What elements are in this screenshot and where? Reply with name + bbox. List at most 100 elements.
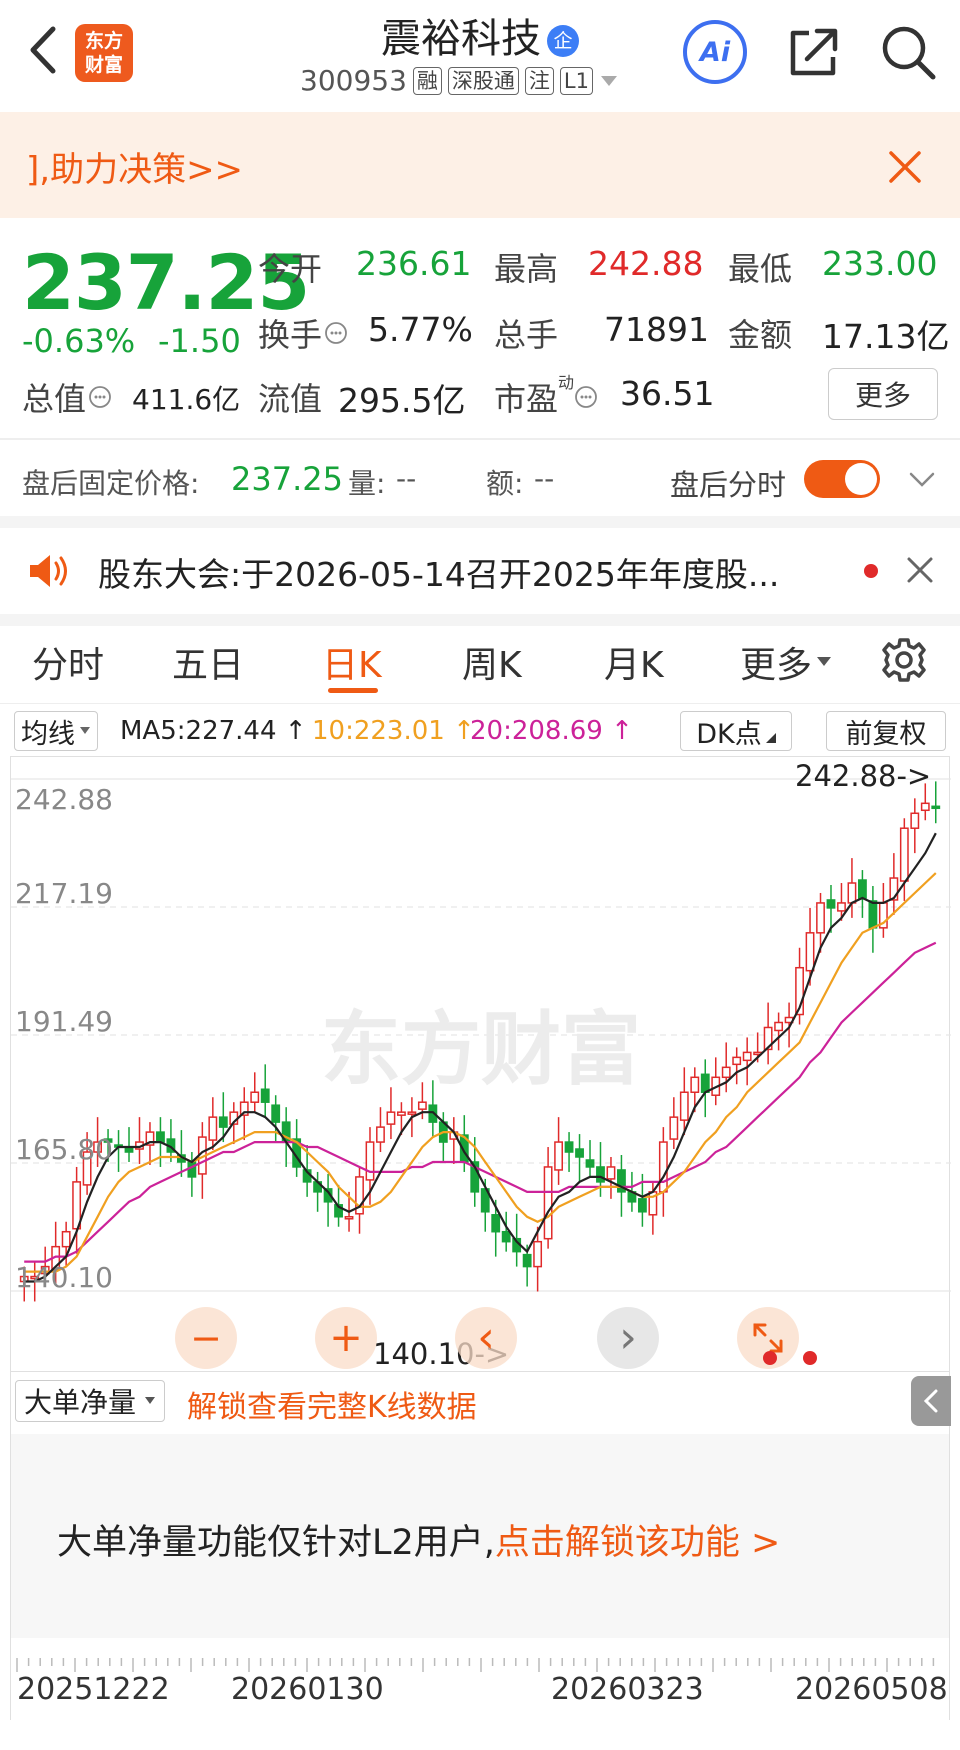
after-hours-toggle[interactable]: [804, 460, 880, 498]
turnover-label[interactable]: 换手: [258, 310, 348, 356]
search-button[interactable]: [876, 20, 940, 84]
l2-message-text: 大单净量功能仅针对L2用户,: [57, 1523, 495, 1563]
candle-body: [376, 1126, 385, 1143]
y-tick-label: 217.19: [15, 877, 113, 910]
x-label-1: 20251222: [17, 1672, 170, 1707]
enterprise-badge: 企: [547, 25, 579, 57]
candle-body: [543, 1166, 553, 1240]
l2-unlock-action[interactable]: 点击解锁该功能 >: [495, 1523, 780, 1563]
zoom-in-button[interactable]: +: [315, 1307, 377, 1369]
next-button[interactable]: ›: [597, 1307, 659, 1369]
ai-button[interactable]: Ai: [683, 20, 747, 84]
l2-message[interactable]: 大单净量功能仅针对L2用户,点击解锁该功能 >: [57, 1514, 780, 1565]
candle-body: [920, 802, 930, 812]
info-face-icon: [89, 386, 111, 408]
notice-close-button[interactable]: [900, 550, 940, 590]
info-face-icon: [325, 322, 347, 344]
tab-monthly-k[interactable]: 月K: [604, 636, 664, 688]
dk-point-button[interactable]: DK点: [680, 711, 792, 751]
x-label-3: 20260323: [551, 1672, 704, 1707]
amount-value: 17.13亿: [822, 317, 950, 356]
collapse-side-button[interactable]: [911, 1376, 951, 1426]
candle-body: [271, 1104, 281, 1123]
ma5-value: MA5:227.44 ↑: [120, 716, 307, 746]
search-icon: [882, 26, 936, 80]
stock-name: 震裕科技: [381, 16, 541, 62]
expand-button[interactable]: [902, 462, 942, 498]
ma-type-dropdown[interactable]: 均线: [14, 711, 98, 751]
corner-triangle-icon: [765, 733, 776, 743]
promo-banner[interactable]: ],助力决策>>: [0, 112, 960, 218]
candle-body: [491, 1214, 501, 1233]
ma-bar: 均线 MA5:227.44 ↑ 10:223.01 ↑ 20:208.69 ↑ …: [0, 706, 960, 756]
mktcap-label[interactable]: 总值: [22, 374, 112, 420]
candle-body: [742, 1051, 752, 1062]
candle-body: [575, 1148, 584, 1158]
share-button[interactable]: [784, 22, 844, 82]
event-marker-dot[interactable]: [763, 1351, 777, 1365]
y-tick-label: 191.49: [15, 1005, 113, 1038]
low-label: 最低: [728, 250, 793, 288]
candle-body: [156, 1131, 165, 1143]
indicator-body: 大单净量功能仅针对L2用户,点击解锁该功能 >: [11, 1434, 949, 1638]
y-tick-label: 165.80: [15, 1133, 113, 1166]
banner-close-button[interactable]: [880, 142, 930, 192]
tab-weekly-k[interactable]: 周K: [462, 636, 522, 688]
chevron-left-icon: ‹: [477, 1312, 495, 1363]
candle-body: [187, 1161, 197, 1178]
candle-body: [637, 1198, 647, 1213]
mktcap-label-text: 总值: [22, 380, 87, 418]
adjust-button[interactable]: 前复权: [826, 711, 946, 751]
more-button-label: 更多: [854, 379, 911, 412]
candle-body: [826, 899, 836, 909]
app-header: 东方 财富 震裕科技企 300953 融 深股通 注 L1 Ai: [0, 0, 960, 112]
stock-code: 300953: [300, 64, 407, 97]
candle-body: [858, 879, 867, 899]
unlock-kline-link[interactable]: 解锁查看完整K线数据: [187, 1382, 477, 1426]
plus-icon: +: [329, 1315, 363, 1361]
banner-text: ],助力决策>>: [26, 150, 244, 190]
high-label: 最高: [494, 250, 559, 288]
low-value: 233.00: [822, 244, 938, 283]
candle-body: [585, 1159, 595, 1168]
candle-body: [721, 1066, 731, 1079]
pe-label[interactable]: 市盈 动: [494, 373, 598, 420]
stock-code-row[interactable]: 300953 融 深股通 注 L1: [300, 64, 619, 97]
candle-body: [774, 1021, 784, 1032]
expand-icon: [753, 1323, 783, 1353]
candle-body: [658, 1141, 668, 1193]
candle-body: [847, 882, 857, 904]
event-marker-dot[interactable]: [803, 1351, 817, 1365]
caret-down-icon: [145, 1397, 156, 1404]
chart-watermark: 东方财富: [321, 1003, 641, 1096]
ma10-value: 10:223.01 ↑: [312, 716, 475, 746]
y-tick-label: 140.10: [15, 1261, 113, 1294]
tab-intraday[interactable]: 分时: [32, 636, 104, 688]
candle-body: [365, 1141, 375, 1181]
more-button[interactable]: 更多: [828, 368, 938, 420]
settings-gear-icon[interactable]: [880, 636, 928, 684]
candle-body: [501, 1230, 511, 1243]
ai-label: Ai: [699, 36, 731, 68]
candle-body: [805, 932, 815, 972]
tab-daily-k[interactable]: 日K: [322, 636, 382, 688]
after-hours-toggle-label: 盘后分时: [670, 468, 787, 502]
tab-more[interactable]: 更多: [740, 636, 832, 688]
zoom-out-button[interactable]: −: [175, 1307, 237, 1369]
notice-bar[interactable]: 股东大会:于2026-05-14召开2025年年度股...: [0, 528, 960, 614]
notice-unread-dot: [864, 564, 878, 578]
ma-type-label: 均线: [21, 718, 75, 750]
prev-button[interactable]: ‹: [455, 1307, 517, 1369]
after-hours-amount: --: [534, 462, 555, 495]
ma20-value: 20:208.69 ↑: [470, 716, 633, 746]
kline-chart[interactable]: 东方财富 242.88 217.19 191.49 165.80 140.10 242.…: [10, 756, 951, 1372]
tab-five-day[interactable]: 五日: [172, 636, 244, 688]
candle-body: [700, 1073, 710, 1093]
after-hours-row: 盘后固定价格: 237.25 量: -- 额: -- 盘后分时: [0, 440, 960, 516]
x-axis: 20251222 20260130 20260323 20260508: [10, 1640, 950, 1720]
candle-body: [931, 805, 941, 810]
indicator-dropdown[interactable]: 大单净量: [15, 1380, 166, 1422]
max-price-label: 242.88->: [795, 759, 932, 793]
after-hours-amount-label: 额:: [486, 467, 524, 500]
open-value: 236.61: [356, 244, 472, 283]
